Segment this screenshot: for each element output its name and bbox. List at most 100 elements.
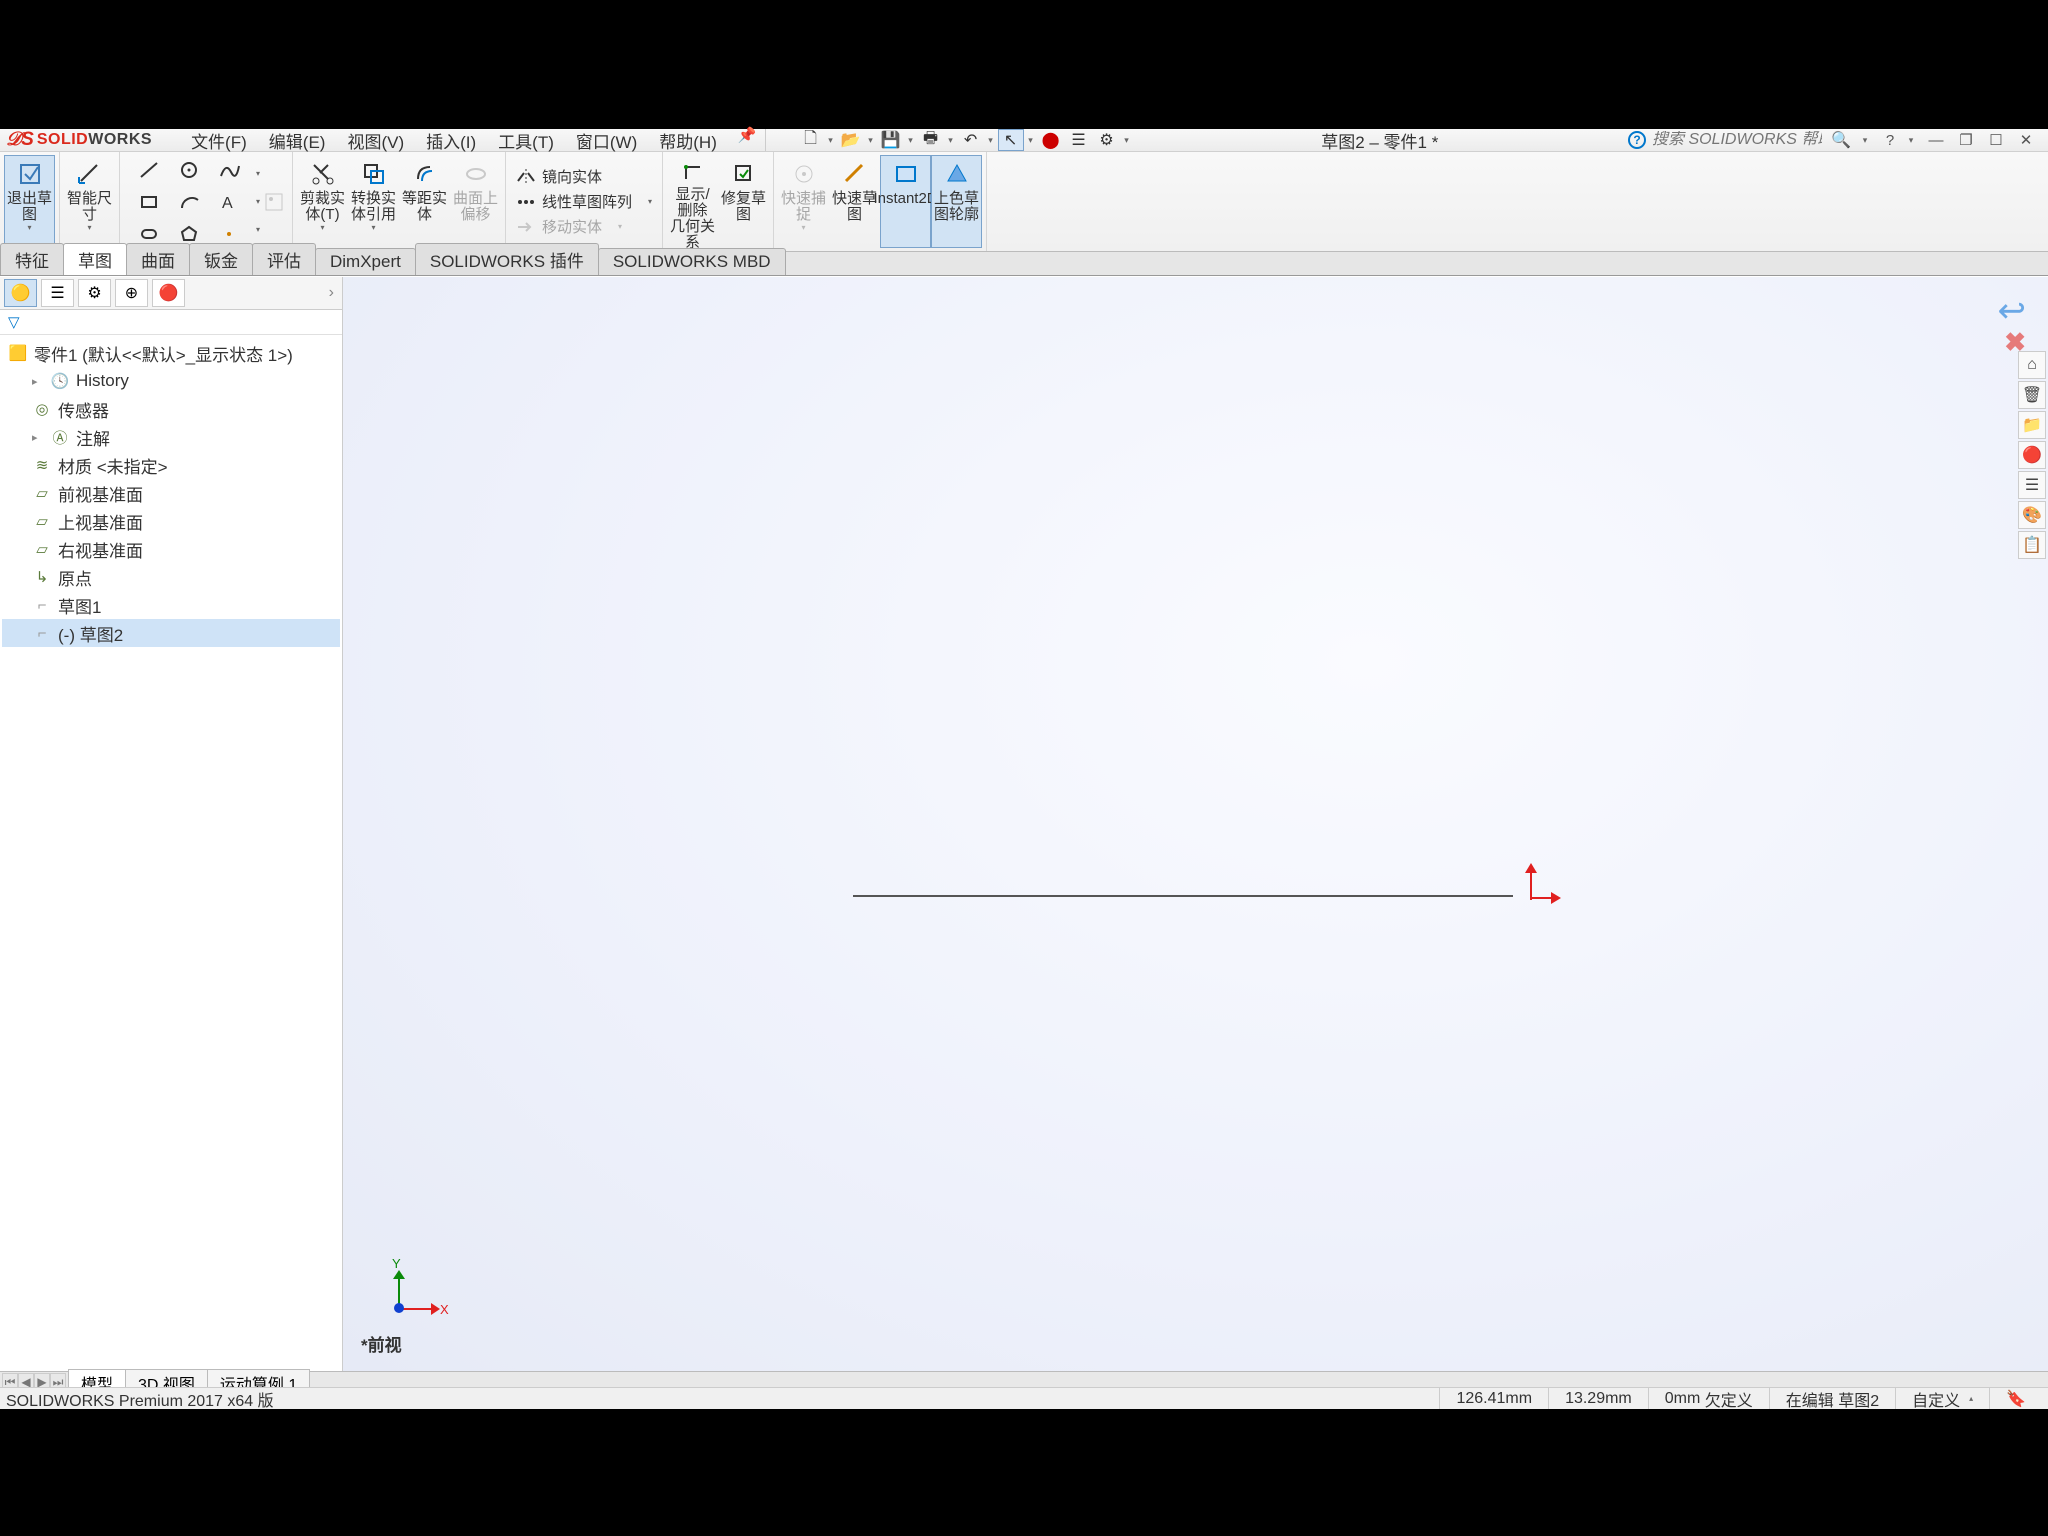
tab-dimxpert[interactable]: DimXpert	[315, 248, 416, 275]
confirm-ok-icon[interactable]: ↩	[1998, 292, 2027, 330]
close-icon[interactable]: ✕	[2016, 131, 2036, 149]
exit-sketch-button[interactable]: 退出草 图 ▾	[4, 155, 55, 248]
convert-entities-button[interactable]: 转换实 体引用 ▾	[348, 155, 399, 248]
chevron-down-icon[interactable]: ▾	[87, 223, 91, 232]
tree-sketch2[interactable]: ⌐ (-) 草图2	[2, 619, 340, 647]
help-icon[interactable]: ?	[1628, 131, 1646, 149]
status-tag-icon[interactable]: 🔖	[1989, 1388, 2042, 1409]
undo-icon[interactable]: ↶	[958, 129, 984, 151]
tree-annotations[interactable]: ▸ Ⓐ 注解	[2, 423, 340, 451]
dropdown-icon[interactable]: ▾	[986, 135, 996, 146]
tree-tab-dimxpert-icon[interactable]: ⊕	[115, 279, 148, 307]
circle-tool-icon[interactable]	[170, 155, 208, 185]
menu-edit[interactable]: 编辑(E)	[258, 126, 337, 155]
task-design-lib-icon[interactable]: 📁	[2018, 411, 2046, 439]
search-input[interactable]	[1652, 131, 1822, 149]
tree-history[interactable]: ▸ 🕓 History	[2, 367, 340, 395]
expand-icon[interactable]: ▸	[32, 375, 44, 388]
line-tool-icon[interactable]	[130, 155, 168, 185]
save-icon[interactable]: 💾	[878, 129, 904, 151]
dropdown-icon[interactable]: ▾	[866, 135, 876, 146]
spline-tool-icon[interactable]	[210, 155, 248, 185]
restore-icon[interactable]: ❐	[1956, 131, 1976, 149]
dropdown-icon[interactable]: ▾	[946, 135, 956, 146]
menu-file[interactable]: 文件(F)	[180, 126, 258, 155]
chevron-down-icon[interactable]: ▾	[648, 197, 652, 206]
chevron-down-icon[interactable]: ▾	[27, 223, 31, 232]
tree-tab-display-icon[interactable]: 🔴	[152, 279, 185, 307]
task-custom-icon[interactable]: 📋	[2018, 531, 2046, 559]
pin-icon[interactable]: 📌	[738, 126, 757, 155]
chevron-down-icon: ▾	[802, 223, 806, 232]
tree-root[interactable]: 🟨 零件1 (默认<<默认>_显示状态 1>)	[2, 339, 340, 367]
dropdown-icon[interactable]: ▾	[826, 135, 836, 146]
chevron-down-icon[interactable]: ▾	[321, 223, 325, 232]
funnel-icon[interactable]: ▽	[8, 313, 20, 331]
tab-surface[interactable]: 曲面	[126, 243, 190, 275]
dropdown-icon[interactable]: ▾	[1860, 135, 1870, 146]
offset-entities-button[interactable]: 等距实 体	[399, 155, 450, 248]
tab-evaluate[interactable]: 评估	[252, 243, 316, 275]
menu-window[interactable]: 窗口(W)	[565, 126, 648, 155]
new-file-icon[interactable]: 🗋	[798, 129, 824, 151]
menu-help[interactable]: 帮助(H)	[648, 126, 728, 155]
tree-tab-config-icon[interactable]: ⚙	[78, 279, 111, 307]
tree-sensors[interactable]: ◎ 传感器	[2, 395, 340, 423]
tab-sheetmetal[interactable]: 钣金	[189, 243, 253, 275]
part-icon: 🟨	[8, 343, 28, 363]
tab-mbd[interactable]: SOLIDWORKS MBD	[598, 248, 786, 275]
options-list-icon[interactable]: ☰	[1066, 129, 1092, 151]
menu-view[interactable]: 视图(V)	[336, 126, 415, 155]
tree-top-plane[interactable]: ▱ 上视基准面	[2, 507, 340, 535]
arc-tool-icon[interactable]	[170, 187, 208, 217]
menu-tools[interactable]: 工具(T)	[487, 126, 565, 155]
tree-tab-property-icon[interactable]: ☰	[41, 279, 74, 307]
tree-front-plane[interactable]: ▱ 前视基准面	[2, 479, 340, 507]
tree-material[interactable]: ≋ 材质 <未指定>	[2, 451, 340, 479]
dropdown-icon[interactable]: ▾	[1906, 135, 1916, 146]
task-explorer-icon[interactable]: 🔴	[2018, 441, 2046, 469]
expand-icon[interactable]: ▸	[32, 431, 44, 444]
tree-origin[interactable]: ↳ 原点	[2, 563, 340, 591]
shaded-sketch-button[interactable]: 上色草 图轮廓	[931, 155, 982, 248]
select-cursor-icon[interactable]: ↖	[998, 129, 1024, 151]
smart-dimension-button[interactable]: 智能尺 寸 ▾	[64, 155, 115, 248]
task-appearance-icon[interactable]: 🎨	[2018, 501, 2046, 529]
rectangle-tool-icon[interactable]	[130, 187, 168, 217]
rapid-sketch-button[interactable]: 快速草 图	[829, 155, 880, 248]
tree-arrow-icon[interactable]: ›	[329, 284, 334, 302]
sketch-picture-icon[interactable]	[263, 191, 285, 213]
dropdown-icon[interactable]: ▾	[1026, 135, 1036, 146]
status-custom[interactable]: 自定义 ▴	[1895, 1388, 1989, 1409]
open-file-icon[interactable]: 📂	[838, 129, 864, 151]
display-relations-button[interactable]: 显示/删除 几何关系 ▾	[667, 155, 718, 248]
text-tool-icon[interactable]: A	[210, 187, 248, 217]
sketch-construction-line[interactable]	[853, 895, 1513, 897]
mirror-entities-button[interactable]: 镜向实体	[516, 166, 652, 187]
task-resources-icon[interactable]: 🗑	[2018, 381, 2046, 409]
dropdown-icon[interactable]: ▾	[906, 135, 916, 146]
task-view-palette-icon[interactable]: ☰	[2018, 471, 2046, 499]
tab-sketch[interactable]: 草图	[63, 243, 127, 275]
chevron-down-icon[interactable]: ▾	[372, 223, 376, 232]
search-icon[interactable]: 🔍	[1828, 129, 1854, 151]
repair-sketch-button[interactable]: 修复草 图	[718, 155, 769, 248]
tree-sketch1[interactable]: ⌐ 草图1	[2, 591, 340, 619]
maximize-icon[interactable]: ☐	[1986, 131, 2006, 149]
dropdown-icon[interactable]: ▾	[1122, 135, 1132, 146]
tree-right-plane[interactable]: ▱ 右视基准面	[2, 535, 340, 563]
print-icon[interactable]: 🖶	[918, 129, 944, 151]
help-dropdown-icon[interactable]: ?	[1880, 131, 1900, 149]
task-home-icon[interactable]: ⌂	[2018, 351, 2046, 379]
instant2d-button[interactable]: Instant2D	[880, 155, 931, 248]
tab-feature[interactable]: 特征	[0, 243, 64, 275]
menu-insert[interactable]: 插入(I)	[415, 126, 487, 155]
tab-addins[interactable]: SOLIDWORKS 插件	[415, 243, 599, 275]
tree-tab-feature-icon[interactable]: 🟡	[4, 279, 37, 307]
minimize-icon[interactable]: —	[1926, 131, 1946, 149]
rebuild-icon[interactable]: ⬤	[1038, 129, 1064, 151]
settings-gear-icon[interactable]: ⚙	[1094, 129, 1120, 151]
graphics-area[interactable]: Y X *前视 ↩ ✖ ⌂ 🗑 📁 🔴 ☰ 🎨 📋	[343, 277, 2048, 1374]
linear-pattern-button[interactable]: 线性草图阵列 ▾	[516, 191, 652, 212]
trim-entities-button[interactable]: 剪裁实 体(T) ▾	[297, 155, 348, 248]
